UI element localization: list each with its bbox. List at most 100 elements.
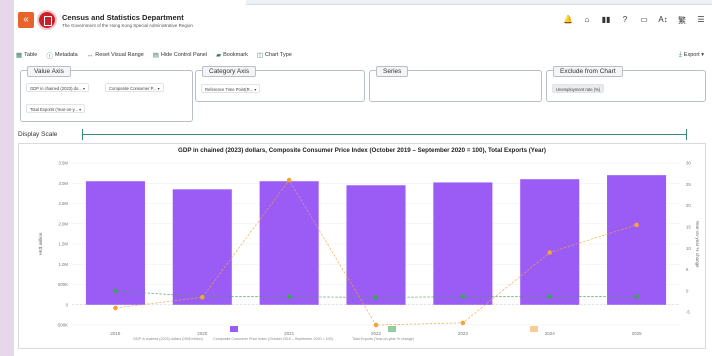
value-axis-chip-exports[interactable]: Total Exports (Year-on-y... ▾	[26, 104, 86, 113]
right-tick-label: -5	[686, 310, 690, 315]
category-axis-chip-time[interactable]: Reference Time Point(R... ▾	[201, 84, 261, 93]
table-button[interactable]: ▦ Table	[16, 51, 37, 59]
menu-icon[interactable]: ☰	[696, 15, 706, 26]
chart-type-icon: ◫	[256, 52, 264, 59]
left-axis-title: HK$ million	[38, 232, 43, 255]
exports-point	[199, 294, 205, 300]
right-tick-label: 10	[686, 246, 691, 251]
bookmark-label: Bookmark	[223, 52, 248, 58]
exclude-chip-unemployment[interactable]: Unemployment rate (%)	[552, 84, 605, 93]
legend-swatch	[230, 326, 238, 332]
chart-svg: -500K 0 500K 1.0M 1.5M 2.0M 2.5M 3.0M 3.5M -5 0 5 10…	[38, 161, 700, 342]
bell-icon[interactable]: 🔔	[563, 15, 573, 26]
cpi-point	[287, 294, 292, 299]
reset-visual-range-button[interactable]: ↔ Reset Visual Range	[87, 52, 144, 59]
bookmark-button[interactable]: ▰ Bookmark	[216, 51, 248, 59]
value-axis-chip-cpi[interactable]: Composite Consumer P... ▾	[105, 83, 164, 92]
left-tick-label: 3.5M	[58, 161, 68, 166]
table-label: Table	[24, 52, 38, 58]
header-icon-bar: 🔔 ⌂ ▮▮? ▭ A↕ 繁 ☰	[563, 15, 706, 26]
right-tick-label: 25	[686, 182, 691, 187]
reset-label: Reset Visual Range	[95, 52, 144, 58]
legend-label: GDP in chained (2023) dollars (HK$ milli…	[133, 337, 203, 341]
right-tick-label: 5	[686, 267, 689, 272]
legend-swatch	[530, 326, 538, 332]
exports-point	[634, 222, 639, 228]
metadata-button[interactable]: ⓘ Metadata	[46, 50, 77, 60]
help-icon[interactable]: ?	[620, 15, 630, 26]
top-band	[246, 0, 712, 5]
left-decorative-strip	[0, 0, 14, 356]
hide-control-label: Hide Control Panel	[160, 52, 208, 58]
x-tick-label: 2022	[371, 331, 382, 336]
left-tick-label: 2.0M	[58, 221, 68, 226]
export-button[interactable]: ⤓ Export ▾	[679, 51, 704, 59]
table-icon: ▦	[16, 52, 23, 59]
exports-point	[373, 322, 379, 328]
book-icon[interactable]: ▮▮	[601, 15, 611, 26]
left-tick-label: -500K	[57, 323, 69, 328]
collapse-menu-button[interactable]: «	[18, 12, 34, 28]
x-tick-label: 2024	[545, 331, 556, 336]
right-tick-label: 20	[686, 203, 691, 208]
chinese-language-icon[interactable]: 繁	[677, 15, 687, 26]
cpi-point	[547, 294, 552, 299]
category-axis-title: Category Axis	[202, 66, 257, 77]
document-icon[interactable]: ▭	[639, 15, 649, 26]
metadata-label: Metadata	[54, 52, 78, 58]
exports-point	[547, 250, 553, 255]
left-tick-label: 500K	[58, 282, 68, 287]
right-tick-label: 0	[686, 288, 689, 293]
x-tick-label: 2019	[110, 331, 121, 336]
display-scale-label: Display Scale	[18, 131, 58, 138]
cpi-point	[460, 294, 465, 299]
hide-control-panel-button[interactable]: ▤ Hide Control Panel	[153, 51, 207, 59]
left-tick-label: 0	[66, 302, 69, 307]
value-axis-title: Value Axis	[27, 66, 71, 77]
exports-point	[113, 305, 118, 311]
cpi-point	[113, 288, 118, 293]
department-name: Census and Statistics Department	[62, 13, 184, 22]
exclude-panel: Exclude from Chart Unemployment rate (%)	[546, 66, 706, 102]
toolbar: ▦ Table ⓘ Metadata ↔ Reset Visual Range ▤ Hi…	[16, 48, 710, 62]
right-axis-title: Year-on-year % change	[695, 220, 700, 268]
chart-type-label: Chart Type	[265, 52, 292, 58]
legend-swatch	[388, 326, 396, 332]
gdp-bar	[346, 185, 406, 305]
gdp-bar	[259, 181, 319, 305]
left-tick-label: 3.0M	[58, 181, 68, 186]
info-icon: ⓘ	[46, 53, 53, 60]
left-tick-label: 1.5M	[58, 242, 68, 247]
gdp-bar	[520, 179, 580, 305]
download-icon: ⤓	[678, 51, 682, 58]
panel-icon: ▤	[152, 52, 159, 59]
x-tick-label: 2020	[197, 331, 208, 336]
right-tick-label: 30	[686, 161, 691, 166]
cpi-point	[374, 295, 378, 300]
home-icon[interactable]: ⌂	[582, 15, 592, 26]
gdp-bar	[433, 182, 493, 305]
left-tick-label: 1.0M	[58, 262, 68, 267]
range-icon: ↔	[86, 51, 94, 59]
exports-point	[460, 320, 466, 326]
font-size-icon[interactable]: A↕	[658, 15, 668, 26]
value-axis-chip-gdp[interactable]: GDP in chained (2023) do... ▾	[26, 83, 90, 92]
series-title: Series	[376, 66, 409, 77]
exclude-title: Exclude from Chart	[553, 66, 623, 77]
display-scale-slider[interactable]	[82, 134, 686, 135]
left-tick-label: 2.5M	[58, 201, 68, 206]
exports-point	[286, 177, 292, 183]
chart-type-button[interactable]: ◫ Chart Type	[257, 51, 292, 59]
x-tick-label: 2023	[458, 331, 469, 336]
display-scale-end-handle[interactable]	[686, 129, 687, 140]
export-label: Export	[683, 52, 700, 58]
site-header: « Census and Statistics Department The G…	[14, 0, 712, 42]
gdp-bar	[85, 181, 145, 305]
legend-label: Composite Consumer Price Index (October …	[213, 337, 333, 341]
legend-label: Total Exports (Year-on-year % change)	[352, 337, 414, 341]
x-tick-label: 2021	[284, 331, 295, 336]
gdp-bar	[172, 189, 232, 305]
cpi-point	[634, 294, 639, 299]
gdp-bar	[607, 175, 667, 305]
department-logo-icon	[37, 10, 57, 30]
